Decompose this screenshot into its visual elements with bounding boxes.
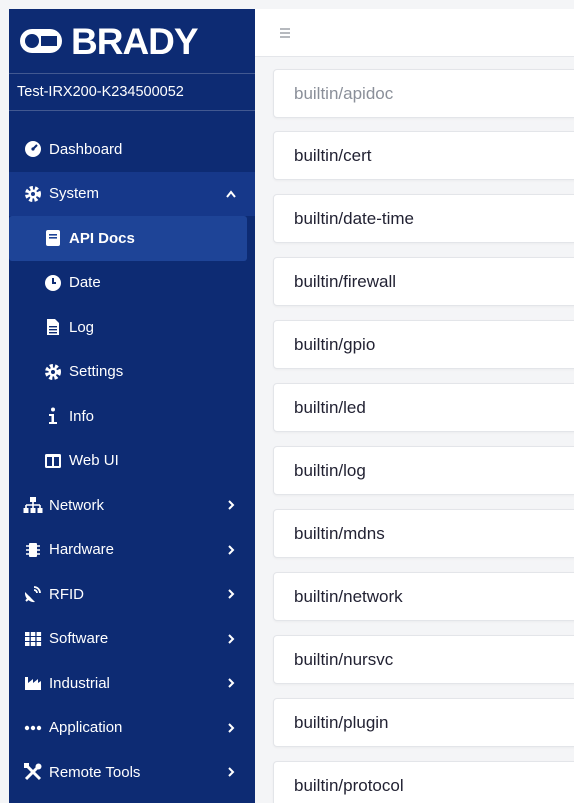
api-card-firewall[interactable]: builtin/firewall (273, 257, 574, 306)
sidebar-item-web-ui[interactable]: Web UI (9, 439, 255, 484)
sidebar: BRADY Test-IRX200-K234500052 Dashboard S… (9, 9, 255, 803)
chevron-right-icon (225, 588, 237, 600)
api-card-led[interactable]: builtin/led (273, 383, 574, 432)
chevron-up-icon (225, 188, 237, 200)
grid-icon (23, 629, 43, 649)
chevron-right-icon (225, 722, 237, 734)
chevron-right-icon (225, 499, 237, 511)
sidebar-item-label: Date (69, 274, 101, 292)
industry-icon (23, 673, 43, 693)
sidebar-item-label: Software (49, 630, 109, 648)
sidebar-item-log[interactable]: Log (9, 305, 255, 350)
sidebar-item-remote-tools[interactable]: Remote Tools (9, 750, 255, 795)
ellipsis-icon (23, 718, 43, 738)
chip-icon (23, 540, 43, 560)
clock-icon (43, 273, 63, 293)
chevron-right-icon (225, 677, 237, 689)
sidebar-item-date[interactable]: Date (9, 261, 255, 306)
sidebar-item-label: Dashboard (49, 140, 123, 158)
api-card-log[interactable]: builtin/log (273, 446, 574, 495)
sidebar-item-industrial[interactable]: Industrial (9, 661, 255, 706)
brand-name: BRADY (71, 20, 199, 62)
api-card-cert[interactable]: builtin/cert (273, 131, 574, 180)
api-card-date-time[interactable]: builtin/date-time (273, 194, 574, 243)
cog-icon (23, 184, 43, 204)
api-card-network[interactable]: builtin/network (273, 572, 574, 621)
sidebar-nav: Dashboard System API Docs Date Log Setti… (9, 111, 255, 795)
api-card-label: builtin/nursvc (294, 649, 394, 669)
book-icon (43, 228, 63, 248)
sidebar-item-label: Hardware (49, 541, 115, 559)
tachometer-icon (23, 139, 43, 159)
api-card-protocol[interactable]: builtin/protocol (273, 761, 574, 803)
sidebar-item-label: Info (69, 407, 95, 425)
sidebar-item-label: Remote Tools (49, 763, 141, 781)
api-card-label: builtin/log (294, 460, 366, 480)
api-card-apidoc[interactable]: builtin/apidoc (273, 69, 574, 118)
hamburger-menu-icon[interactable] (279, 26, 291, 38)
sidebar-item-label: System (49, 185, 100, 203)
api-card-label: builtin/plugin (294, 712, 389, 732)
columns-icon (43, 451, 63, 471)
sidebar-item-application[interactable]: Application (9, 706, 255, 751)
sidebar-item-network[interactable]: Network (9, 483, 255, 528)
sidebar-item-dashboard[interactable]: Dashboard (9, 127, 255, 172)
api-card-label: builtin/apidoc (294, 83, 394, 103)
brady-logo-icon (20, 29, 62, 53)
api-card-label: builtin/date-time (294, 208, 415, 228)
api-card-label: builtin/led (294, 397, 366, 417)
sidebar-item-settings[interactable]: Settings (9, 350, 255, 395)
brand-logo[interactable]: BRADY (9, 9, 255, 74)
sidebar-item-system[interactable]: System (9, 171, 255, 216)
sidebar-item-label: Industrial (49, 674, 110, 692)
file-icon (43, 317, 63, 337)
chevron-right-icon (225, 544, 237, 556)
api-card-nursvc[interactable]: builtin/nursvc (273, 635, 574, 684)
api-card-label: builtin/protocol (294, 775, 404, 795)
api-card-label: builtin/network (294, 586, 403, 606)
api-card-label: builtin/firewall (294, 271, 397, 291)
api-docs-list: builtin/apidoc builtin/cert builtin/date… (255, 57, 574, 803)
tools-icon (23, 762, 43, 782)
sitemap-icon (23, 495, 43, 515)
sidebar-item-label: Network (49, 496, 105, 514)
sidebar-item-label: Settings (69, 363, 124, 381)
sidebar-item-label: Web UI (69, 452, 119, 470)
api-card-gpio[interactable]: builtin/gpio (273, 320, 574, 369)
device-name: Test-IRX200-K234500052 (9, 74, 255, 111)
sidebar-item-info[interactable]: Info (9, 394, 255, 439)
sidebar-item-label: Log (69, 318, 95, 336)
chevron-right-icon (225, 766, 237, 778)
api-card-mdns[interactable]: builtin/mdns (273, 509, 574, 558)
cog-icon (43, 362, 63, 382)
sidebar-item-software[interactable]: Software (9, 617, 255, 662)
sidebar-item-label: Application (49, 719, 123, 737)
api-card-label: builtin/gpio (294, 334, 376, 354)
sidebar-item-hardware[interactable]: Hardware (9, 528, 255, 573)
api-card-plugin[interactable]: builtin/plugin (273, 698, 574, 747)
sidebar-item-rfid[interactable]: RFID (9, 572, 255, 617)
api-card-label: builtin/cert (294, 145, 372, 165)
sidebar-item-label: RFID (49, 585, 84, 603)
api-card-label: builtin/mdns (294, 523, 385, 543)
sidebar-item-api-docs[interactable]: API Docs (9, 216, 247, 261)
top-bar (255, 9, 574, 57)
satellite-dish-icon (23, 584, 43, 604)
info-icon (43, 406, 63, 426)
chevron-right-icon (225, 633, 237, 645)
sidebar-item-label: API Docs (69, 229, 135, 247)
